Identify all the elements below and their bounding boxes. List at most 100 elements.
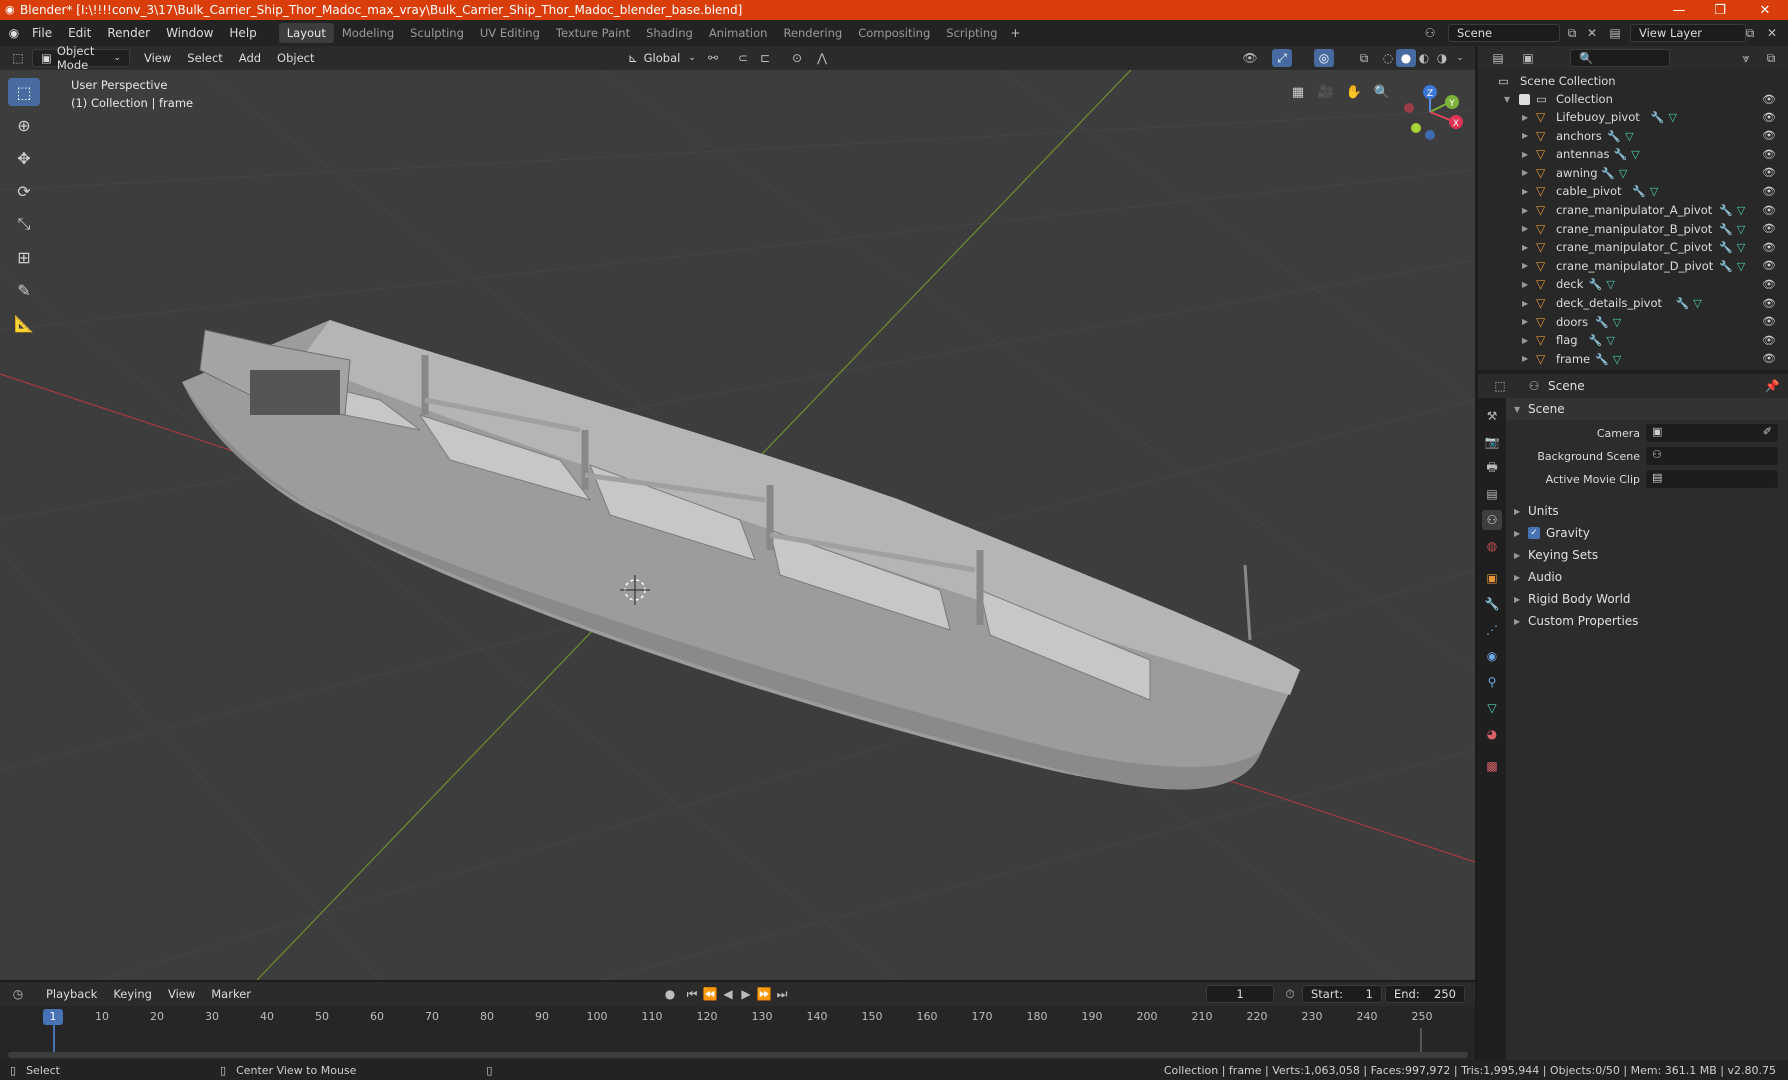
keying-sets-panel-header[interactable]: ▶ Keying Sets — [1506, 544, 1788, 566]
outliner-item[interactable]: ▶ ▽ frame 🔧 ▽ 👁 — [1478, 350, 1788, 368]
modifier-icon[interactable]: 🔧 — [1719, 260, 1733, 273]
menu-help[interactable]: Help — [221, 26, 264, 40]
editor-type-icon[interactable]: ▤ — [1488, 49, 1508, 67]
playhead[interactable]: 1 — [43, 1009, 63, 1025]
display-mode-icon[interactable]: ▣ — [1518, 49, 1538, 67]
modifier-icon[interactable]: 🔧 — [1595, 353, 1609, 366]
pan-hand-icon[interactable]: ✋ — [1342, 80, 1366, 104]
modifier-tab-icon[interactable]: 🔧 — [1482, 594, 1502, 614]
outliner-item[interactable]: ▶ ▽ anchors 🔧 ▽ 👁 — [1478, 127, 1788, 145]
expand-arrow-icon[interactable]: ▶ — [1522, 206, 1528, 215]
current-frame-field[interactable]: 1 — [1206, 985, 1274, 1003]
eye-icon[interactable]: 👁 — [1762, 222, 1776, 235]
view-layer-selector[interactable]: View Layer — [1630, 24, 1746, 42]
object-mode-dropdown[interactable]: ▣ Object Mode ⌄ — [32, 44, 130, 72]
eye-icon[interactable]: 👁 — [1762, 166, 1776, 179]
expand-arrow-icon[interactable]: ▼ — [1504, 95, 1510, 104]
mesh-data-icon[interactable]: ▽ — [1607, 334, 1615, 347]
menu-select[interactable]: Select — [179, 49, 230, 67]
solid-shading-icon[interactable]: ● — [1396, 49, 1416, 67]
annotate-tool[interactable]: ✎ — [8, 276, 40, 304]
outliner-item[interactable]: ▶ ▽ crane_manipulator_A_pivot 🔧 ▽ 👁 — [1478, 201, 1788, 219]
tab-rendering[interactable]: Rendering — [775, 23, 850, 43]
outliner-item[interactable]: ▶ ▽ Lifebuoy_pivot 🔧 ▽ 👁 — [1478, 108, 1788, 126]
transform-tool[interactable]: ⊞ — [8, 243, 40, 271]
rendered-shading-icon[interactable]: ◑ — [1432, 49, 1452, 67]
modifier-icon[interactable]: 🔧 — [1719, 223, 1733, 236]
modifier-icon[interactable]: 🔧 — [1614, 148, 1628, 161]
mesh-data-icon[interactable]: ▽ — [1613, 316, 1621, 329]
tab-uv-editing[interactable]: UV Editing — [472, 23, 548, 43]
expand-arrow-icon[interactable]: ▶ — [1522, 280, 1528, 289]
menu-add[interactable]: Add — [231, 49, 269, 67]
scene-tab-icon[interactable]: ⚇ — [1482, 510, 1502, 530]
material-shading-icon[interactable]: ◐ — [1414, 49, 1434, 67]
world-tab-icon[interactable]: ◍ — [1482, 536, 1502, 556]
mesh-data-icon[interactable]: ▽ — [1619, 167, 1627, 180]
modifier-icon[interactable]: 🔧 — [1651, 111, 1665, 124]
mesh-data-icon[interactable]: ▽ — [1737, 241, 1745, 254]
mesh-data-icon[interactable]: ▽ — [1607, 278, 1615, 291]
new-collection-icon[interactable]: ⧉ — [1761, 49, 1781, 67]
modifier-icon[interactable]: 🔧 — [1595, 316, 1609, 329]
move-tool[interactable]: ✥ — [8, 144, 40, 172]
tab-scripting[interactable]: Scripting — [938, 23, 1005, 43]
new-view-layer-icon[interactable]: ⧉ — [1740, 24, 1760, 42]
overlay-toggle-icon[interactable]: ◎ — [1314, 49, 1334, 67]
expand-arrow-icon[interactable]: ▶ — [1522, 187, 1528, 196]
gravity-checkbox[interactable]: ✓ — [1528, 527, 1540, 539]
3d-viewport[interactable]: ⬚ ⊕ ✥ ⟳ ⤡ ⊞ ✎ 📐 User Perspective (1) Col… — [0, 70, 1475, 980]
blender-menu-icon[interactable]: ◉ — [4, 24, 24, 42]
scene-panel-header[interactable]: ▼ Scene — [1506, 398, 1788, 420]
measure-tool[interactable]: 📐 — [8, 309, 40, 337]
outliner-item[interactable]: ▶ ▽ crane_manipulator_B_pivot 🔧 ▽ 👁 — [1478, 220, 1788, 238]
eyedropper-icon[interactable]: ✐ — [1763, 425, 1772, 438]
menu-timeline-view[interactable]: View — [160, 985, 203, 1003]
modifier-icon[interactable]: 🔧 — [1719, 241, 1733, 254]
play-icon[interactable]: ▶ — [736, 985, 756, 1003]
expand-arrow-icon[interactable]: ▶ — [1522, 243, 1528, 252]
modifier-icon[interactable]: 🔧 — [1632, 185, 1646, 198]
expand-arrow-icon[interactable]: ▶ — [1522, 354, 1528, 363]
expand-arrow-icon[interactable]: ▶ — [1522, 113, 1528, 122]
material-tab-icon[interactable]: ◕ — [1482, 724, 1502, 744]
record-icon[interactable]: ● — [660, 985, 680, 1003]
camera-view-icon[interactable]: 🎥 — [1314, 80, 1338, 104]
prev-keyframe-icon[interactable]: ⏪ — [700, 985, 720, 1003]
tab-animation[interactable]: Animation — [701, 23, 776, 43]
start-frame-field[interactable]: Start: 1 — [1302, 985, 1382, 1003]
menu-view[interactable]: View — [136, 49, 179, 67]
eye-icon[interactable]: 👁 — [1762, 297, 1776, 310]
visibility-icon[interactable]: 👁 — [1240, 49, 1260, 67]
eye-icon[interactable]: 👁 — [1762, 204, 1776, 217]
mesh-data-icon[interactable]: ▽ — [1631, 148, 1639, 161]
audio-panel-header[interactable]: ▶ Audio — [1506, 566, 1788, 588]
outliner-item[interactable]: ▶ ▽ cable_pivot 🔧 ▽ 👁 — [1478, 182, 1788, 200]
expand-arrow-icon[interactable]: ▶ — [1522, 150, 1528, 159]
pin-icon[interactable]: 📌 — [1762, 377, 1782, 395]
mesh-data-icon[interactable]: ▽ — [1625, 130, 1633, 143]
particles-tab-icon[interactable]: ⋰ — [1482, 620, 1502, 640]
timeline-body[interactable]: 10 20 30 40 50 60 70 80 90 100 110 120 130 140 150 160 1… — [0, 1006, 1475, 1060]
constraints-tab-icon[interactable]: ⚲ — [1482, 672, 1502, 692]
modifier-icon[interactable]: 🔧 — [1607, 130, 1621, 143]
outliner-item[interactable]: ▶ ▽ deck 🔧 ▽ 👁 — [1478, 275, 1788, 293]
mesh-data-icon[interactable]: ▽ — [1650, 185, 1658, 198]
expand-arrow-icon[interactable]: ▶ — [1522, 224, 1528, 233]
outliner-scene-collection[interactable]: ▭ Scene Collection — [1478, 72, 1788, 90]
delete-view-layer-icon[interactable]: ✕ — [1762, 24, 1782, 42]
tab-texture-paint[interactable]: Texture Paint — [548, 23, 638, 43]
custom-properties-panel-header[interactable]: ▶ Custom Properties — [1506, 610, 1788, 632]
menu-render[interactable]: Render — [99, 26, 158, 40]
chevron-down-icon[interactable]: ⌄ — [1450, 49, 1470, 67]
zoom-icon[interactable]: 🔍 — [1370, 80, 1394, 104]
mesh-data-icon[interactable]: ▽ — [1737, 260, 1745, 273]
outliner-item[interactable]: ▶ ▽ flag 🔧 ▽ 👁 — [1478, 331, 1788, 349]
mesh-data-icon[interactable]: ▽ — [1737, 223, 1745, 236]
snap-target-icon[interactable]: ⊏ — [755, 49, 775, 67]
texture-tab-icon[interactable]: ▩ — [1482, 756, 1502, 776]
expand-arrow-icon[interactable]: ▶ — [1522, 131, 1528, 140]
navigation-gizmo[interactable]: Z Y X — [1395, 80, 1465, 150]
grid-view-icon[interactable]: ▦ — [1286, 80, 1310, 104]
snap-icon[interactable]: ⊂ — [733, 49, 753, 67]
